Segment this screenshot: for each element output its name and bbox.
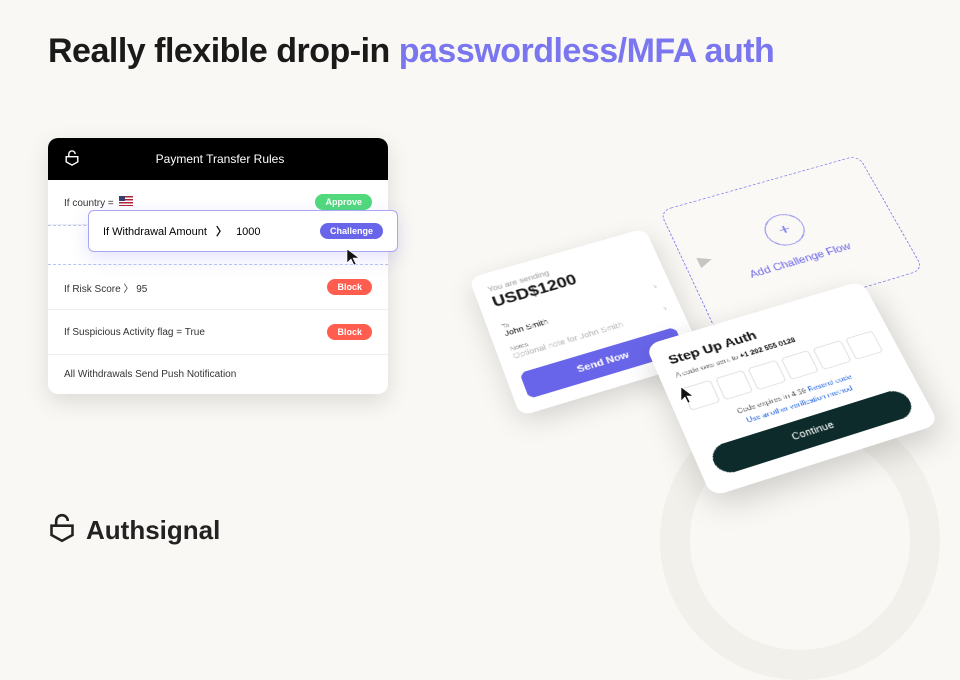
rules-card-header: Payment Transfer Rules — [48, 138, 388, 180]
headline: Really flexible drop-in passwordless/MFA… — [48, 32, 774, 71]
headline-part2: passwordless/MFA auth — [399, 32, 775, 70]
approve-badge: Approve — [315, 194, 372, 210]
brand-lock-icon — [48, 511, 76, 550]
cursor-icon — [680, 386, 696, 409]
cursor-icon — [346, 248, 362, 271]
greater-than-icon: 〉 — [216, 226, 227, 238]
challenge-condition: If Withdrawal Amount 〉 1000 — [103, 223, 261, 239]
rule-suspicious-text: If Suspicious Activity flag = True — [64, 327, 205, 338]
code-digit-input[interactable] — [780, 350, 819, 380]
block-badge-1: Block — [327, 279, 372, 295]
headline-part1: Really flexible drop-in — [48, 32, 399, 70]
rules-card: Payment Transfer Rules If country = Appr… — [48, 138, 388, 394]
plus-icon: + — [759, 210, 811, 250]
block-badge-2: Block — [327, 324, 372, 340]
diorama: + Add Challenge Flow ▶ You are sending U… — [480, 160, 940, 460]
add-flow-label: Add Challenge Flow — [747, 240, 853, 280]
rule-row-risk: If Risk Score 〉 95 Block — [48, 265, 388, 310]
challenge-badge: Challenge — [320, 223, 383, 239]
rule-country-prefix: If country = — [64, 198, 117, 209]
chevron-right-icon: › — [652, 282, 659, 291]
code-digit-input[interactable] — [813, 340, 852, 370]
challenge-prefix: If Withdrawal Amount — [103, 226, 207, 238]
flag-us-icon — [119, 196, 133, 206]
rules-title: Payment Transfer Rules — [92, 152, 348, 166]
challenge-rule-floating[interactable]: If Withdrawal Amount 〉 1000 Challenge — [88, 210, 398, 252]
code-digit-input[interactable] — [748, 360, 787, 390]
rule-row-suspicious: If Suspicious Activity flag = True Block — [48, 310, 388, 355]
lock-icon — [64, 149, 80, 170]
chevron-right-icon: › — [662, 304, 669, 313]
rule-risk-text: If Risk Score 〉 95 — [64, 280, 147, 295]
code-digit-input[interactable] — [715, 370, 754, 401]
rule-country-text: If country = — [64, 196, 135, 209]
rule-row-push: All Withdrawals Send Push Notification — [48, 355, 388, 394]
rule-push-text: All Withdrawals Send Push Notification — [64, 369, 236, 380]
challenge-value: 1000 — [236, 226, 260, 238]
code-digit-input[interactable] — [845, 330, 884, 360]
brand: Authsignal — [48, 511, 220, 550]
brand-name: Authsignal — [86, 515, 220, 546]
